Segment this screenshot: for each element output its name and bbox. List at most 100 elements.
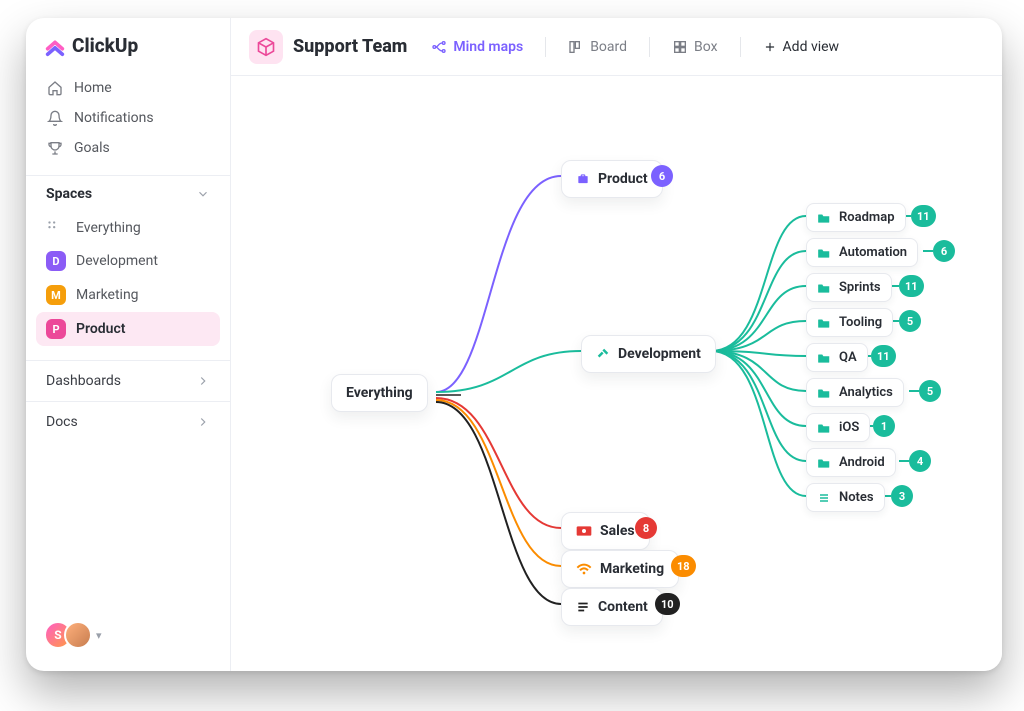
clickup-logo-icon <box>44 35 66 57</box>
sidebar-docs-label: Docs <box>46 414 78 430</box>
node-label: Sales <box>600 523 635 539</box>
count-badge: 5 <box>919 380 941 402</box>
folder-icon <box>817 282 831 294</box>
board-icon <box>568 39 584 55</box>
count-badge: 18 <box>671 555 696 577</box>
sidebar-item-product[interactable]: P Product <box>36 312 220 346</box>
mindmap-node-automation[interactable]: Automation <box>806 238 918 267</box>
chevron-right-icon <box>196 374 210 388</box>
mindmap-node-product[interactable]: Product <box>561 160 663 198</box>
sidebar-docs[interactable]: Docs <box>26 401 230 442</box>
box-icon <box>672 39 688 55</box>
topbar: Support Team Mind maps Board <box>231 18 1002 76</box>
spaces-header[interactable]: Spaces <box>26 175 230 208</box>
mindmap-node-roadmap[interactable]: Roadmap <box>806 203 906 232</box>
tab-mind-maps[interactable]: Mind maps <box>427 33 527 61</box>
count-badge: 11 <box>871 345 896 367</box>
nav-goals[interactable]: Goals <box>36 133 220 163</box>
mindmap-node-qa[interactable]: QA <box>806 343 868 372</box>
nav-goals-label: Goals <box>74 140 110 156</box>
count-badge: 4 <box>909 450 931 472</box>
sidebar-dashboards[interactable]: Dashboards <box>26 360 230 401</box>
node-label: Content <box>598 599 648 615</box>
node-label: Everything <box>346 385 413 401</box>
tab-box[interactable]: Box <box>668 33 722 61</box>
folder-icon <box>817 457 831 469</box>
mindmap-canvas[interactable]: Everything Product 6 Development <box>231 76 1002 671</box>
tab-label: Add view <box>783 39 840 55</box>
node-label: Android <box>839 455 885 470</box>
hammer-icon <box>596 347 610 361</box>
count-badge: 6 <box>651 165 673 187</box>
sidebar-item-label: Marketing <box>76 287 139 303</box>
cash-icon <box>576 525 592 537</box>
nav-home-label: Home <box>74 80 112 96</box>
mindmap-node-tooling[interactable]: Tooling <box>806 308 893 337</box>
avatar <box>64 621 92 649</box>
folder-icon <box>817 352 831 364</box>
spaces-header-label: Spaces <box>46 186 92 202</box>
sidebar-item-label: Development <box>76 253 158 269</box>
sidebar-footer: S ▾ <box>26 611 230 659</box>
space-badge-marketing: M <box>46 285 66 305</box>
separator <box>649 37 650 57</box>
tab-add-view[interactable]: Add view <box>759 33 844 61</box>
nav-home[interactable]: Home <box>36 73 220 103</box>
folder-icon <box>817 422 831 434</box>
sidebar-item-label: Everything <box>76 220 141 236</box>
node-label: Tooling <box>839 315 882 330</box>
node-label: Automation <box>839 245 907 260</box>
grid-dots-icon <box>46 219 66 237</box>
mindmap-node-development[interactable]: Development <box>581 335 716 373</box>
folder-icon <box>817 387 831 399</box>
wifi-icon <box>576 562 592 576</box>
folder-icon <box>817 247 831 259</box>
folder-icon <box>817 212 831 224</box>
brand-logo[interactable]: ClickUp <box>26 34 230 67</box>
tab-board[interactable]: Board <box>564 33 631 61</box>
trophy-icon <box>46 140 64 156</box>
node-label: Development <box>618 346 701 362</box>
nav-notifications-label: Notifications <box>74 110 154 126</box>
workspace-switcher[interactable]: S <box>44 621 92 649</box>
briefcase-icon <box>576 172 590 186</box>
caret-down-icon: ▾ <box>96 629 102 642</box>
mindmap-node-android[interactable]: Android <box>806 448 896 477</box>
brand-name: ClickUp <box>72 34 138 57</box>
node-label: Notes <box>839 490 874 505</box>
list-icon <box>576 600 590 614</box>
node-label: Roadmap <box>839 210 895 225</box>
mindmap-node-analytics[interactable]: Analytics <box>806 378 904 407</box>
mindmap-root-node[interactable]: Everything <box>331 374 428 412</box>
count-badge: 1 <box>873 415 895 437</box>
sidebar-item-marketing[interactable]: M Marketing <box>36 278 220 312</box>
mindmap-node-marketing[interactable]: Marketing <box>561 550 679 588</box>
tab-label: Board <box>590 39 627 55</box>
count-badge: 11 <box>911 205 936 227</box>
node-label: Sprints <box>839 280 881 295</box>
count-badge: 11 <box>899 275 924 297</box>
mindmap-node-content[interactable]: Content <box>561 588 663 626</box>
bell-icon <box>46 110 64 126</box>
mindmap-node-ios[interactable]: iOS <box>806 413 870 442</box>
node-label: Product <box>598 171 648 187</box>
app-window: ClickUp Home Notifications <box>26 18 1002 671</box>
sidebar-item-everything[interactable]: Everything <box>36 212 220 244</box>
chevron-down-icon <box>196 187 210 201</box>
count-badge: 8 <box>635 517 657 539</box>
chevron-right-icon <box>196 415 210 429</box>
nav-notifications[interactable]: Notifications <box>36 103 220 133</box>
sidebar-item-development[interactable]: D Development <box>36 244 220 278</box>
plus-icon <box>763 40 777 54</box>
mindmap-node-notes[interactable]: Notes <box>806 483 885 512</box>
count-badge: 6 <box>933 240 955 262</box>
mindmap-node-sprints[interactable]: Sprints <box>806 273 892 302</box>
space-badge-product: P <box>46 319 66 339</box>
count-badge: 10 <box>655 593 680 615</box>
tab-label: Mind maps <box>453 39 523 55</box>
separator <box>545 37 546 57</box>
page-title: Support Team <box>293 36 407 57</box>
folder-icon <box>817 317 831 329</box>
space-badge-development: D <box>46 251 66 271</box>
sidebar-item-label: Product <box>76 321 125 337</box>
